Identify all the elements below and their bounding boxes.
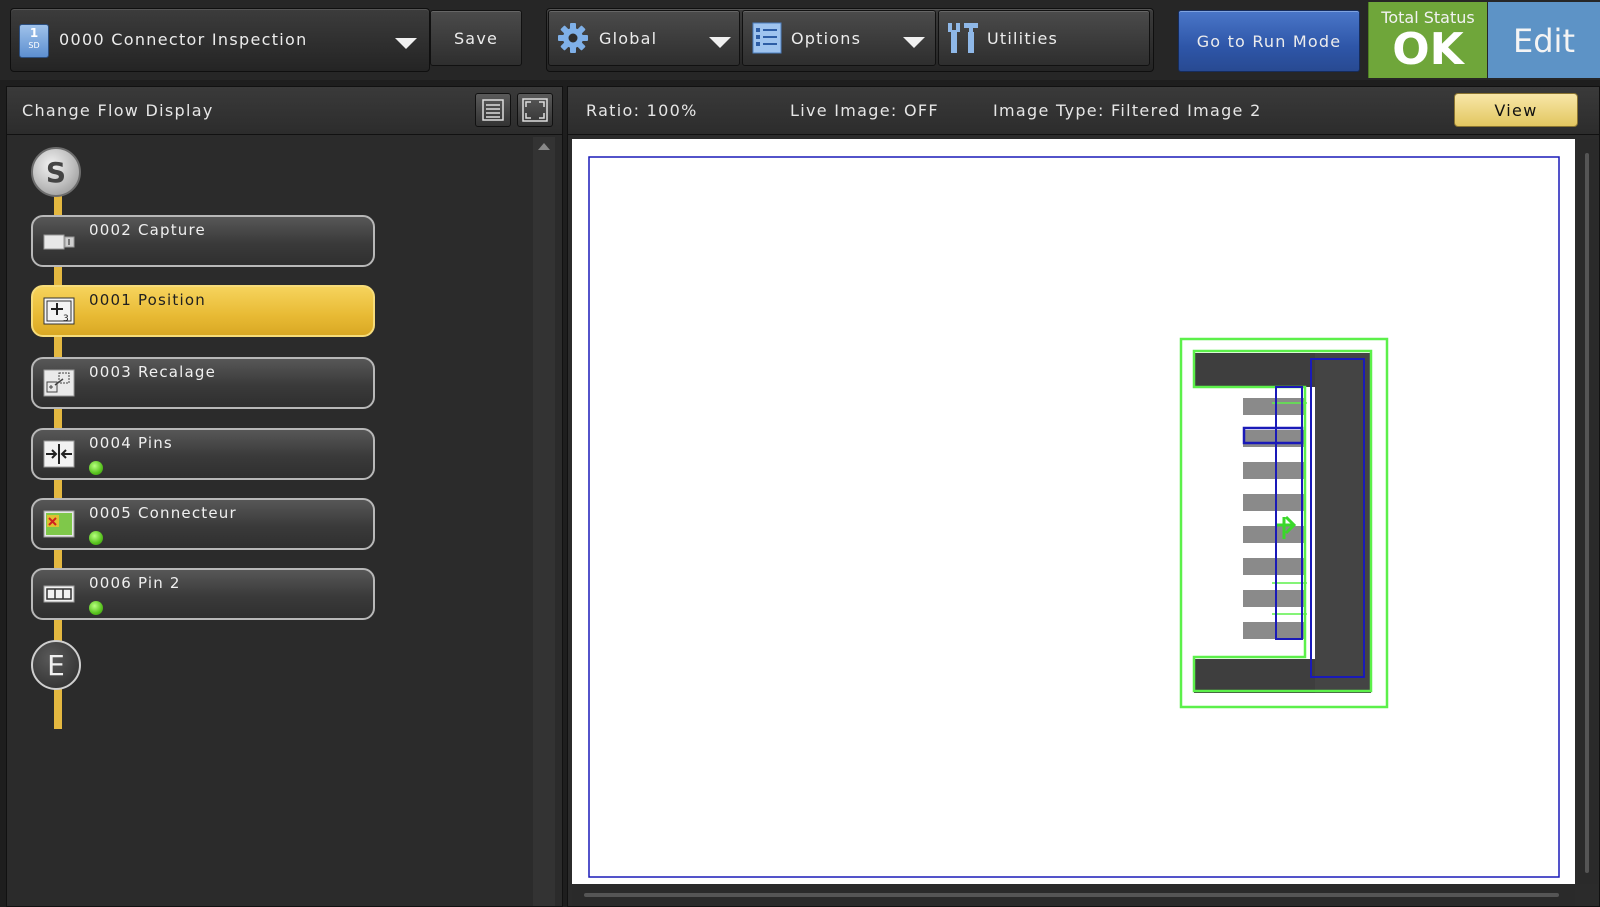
flow-scrollbar[interactable] xyxy=(533,137,555,906)
flow-item-recalage[interactable]: 0003 Recalage xyxy=(31,357,375,409)
run-mode-button[interactable]: Go to Run Mode xyxy=(1178,10,1360,72)
svg-text:3: 3 xyxy=(63,314,69,324)
utilities-label: Utilities xyxy=(987,28,1059,48)
gear-icon xyxy=(558,23,588,53)
total-status-value: OK xyxy=(1392,24,1464,75)
save-label: Save xyxy=(453,28,499,48)
view-button[interactable]: View xyxy=(1454,93,1578,127)
flow-item-label: 0006 Pin 2 xyxy=(89,574,181,592)
scene-sub: SD xyxy=(28,41,40,50)
flow-item-label: 0003 Recalage xyxy=(89,363,217,381)
fullscreen-icon xyxy=(522,98,548,122)
scroll-thumb[interactable] xyxy=(584,893,1559,897)
flow-end-label: E xyxy=(47,648,65,682)
edit-label: Edit xyxy=(1513,22,1575,60)
camera-icon xyxy=(43,234,75,250)
pin2-icon xyxy=(43,585,75,603)
global-label: Global xyxy=(599,28,658,48)
flow-item-capture[interactable]: 0002 Capture xyxy=(31,215,375,267)
flow-item-pins[interactable]: 0004 Pins xyxy=(31,428,375,480)
scroll-thumb[interactable] xyxy=(1585,153,1589,873)
scene-selector[interactable]: 1 SD 0000 Connector Inspection xyxy=(10,8,430,72)
inspection-image xyxy=(588,156,1560,878)
options-menu-button[interactable]: Options xyxy=(742,10,936,66)
image-panel-header: Ratio: 100% Live Image: OFF Image Type: … xyxy=(568,87,1599,135)
position-icon: 3 xyxy=(43,297,75,325)
top-toolbar: 1 SD 0000 Connector Inspection Save Glob… xyxy=(0,0,1600,80)
status-ok-indicator xyxy=(89,601,103,615)
list-view-button[interactable] xyxy=(475,93,511,127)
flow-item-position[interactable]: 3 0001 Position xyxy=(31,285,375,337)
utilities-menu-button[interactable]: Utilities xyxy=(938,10,1150,66)
image-type-readout: Image Type: Filtered Image 2 xyxy=(993,101,1262,120)
flow-panel-title: Change Flow Display xyxy=(22,101,214,120)
checklist-icon xyxy=(752,22,782,54)
scene-label: 0000 Connector Inspection xyxy=(59,30,308,49)
image-vertical-scrollbar[interactable] xyxy=(1578,139,1598,884)
flow-item-pin2[interactable]: 0006 Pin 2 xyxy=(31,568,375,620)
flow-start-label: S xyxy=(45,155,67,189)
ratio-readout: Ratio: 100% xyxy=(586,101,698,120)
live-image-readout: Live Image: OFF xyxy=(790,101,939,120)
image-horizontal-scrollbar[interactable] xyxy=(572,884,1575,906)
list-icon xyxy=(482,99,504,121)
flow-item-label: 0002 Capture xyxy=(89,221,206,239)
status-ok-indicator xyxy=(89,461,103,475)
recalage-icon xyxy=(43,369,75,397)
run-mode-label: Go to Run Mode xyxy=(1196,31,1342,51)
scroll-up-icon[interactable] xyxy=(538,143,550,150)
connecteur-icon xyxy=(43,510,75,538)
flow-item-label: 0001 Position xyxy=(89,291,206,309)
flow-item-connecteur[interactable]: 0005 Connecteur xyxy=(31,498,375,550)
flow-start-node: S xyxy=(31,147,81,197)
scene-file-icon: 1 SD xyxy=(19,24,49,58)
edit-mode-indicator: Edit xyxy=(1488,2,1600,78)
flow-end-node: E xyxy=(31,640,81,690)
flow-panel-header: Change Flow Display xyxy=(7,87,562,135)
options-label: Options xyxy=(791,28,862,48)
flow-panel: Change Flow Display S 0002 Capture 3 000… xyxy=(6,86,563,907)
chevron-down-icon xyxy=(709,37,731,48)
chevron-down-icon xyxy=(903,37,925,48)
total-status-indicator: Total Status OK xyxy=(1368,2,1487,78)
save-button[interactable]: Save xyxy=(430,10,522,66)
tools-icon xyxy=(948,23,978,53)
fullscreen-button[interactable] xyxy=(517,93,553,127)
status-ok-indicator xyxy=(89,531,103,545)
image-canvas[interactable] xyxy=(572,139,1575,884)
global-menu-button[interactable]: Global xyxy=(548,10,740,66)
image-panel: Ratio: 100% Live Image: OFF Image Type: … xyxy=(567,86,1600,907)
chevron-down-icon xyxy=(395,38,417,49)
flow-item-label: 0005 Connecteur xyxy=(89,504,237,522)
flow-item-label: 0004 Pins xyxy=(89,434,173,452)
pins-icon xyxy=(43,440,75,468)
view-label: View xyxy=(1494,100,1538,120)
scene-number: 1 xyxy=(29,26,39,40)
